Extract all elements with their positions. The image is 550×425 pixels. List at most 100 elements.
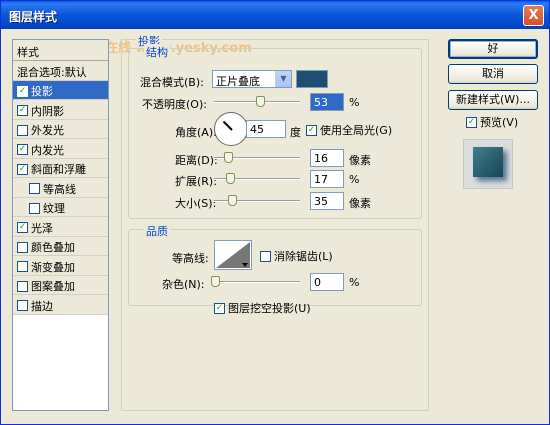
blend-mode-select[interactable]: 正片叠底 ▼	[212, 70, 292, 88]
style-item-11[interactable]: 描边	[13, 295, 108, 315]
close-button[interactable]: X	[523, 5, 544, 26]
opacity-slider-thumb[interactable]	[255, 96, 265, 107]
style-item-label: 内阴影	[31, 104, 64, 118]
dialog-title: 图层样式	[9, 10, 58, 24]
knockout-label: 图层挖空投影(U)	[228, 302, 311, 315]
blend-mode-value: 正片叠底	[216, 75, 260, 88]
style-item-label: 颜色叠加	[31, 241, 75, 255]
chevron-down-icon: ▼	[275, 71, 291, 87]
spread-label: 扩展(R):	[175, 175, 217, 188]
style-item-label: 光泽	[31, 221, 53, 235]
style-item-check-icon[interactable]: ✓	[17, 163, 28, 175]
knockout-check-icon: ✓	[214, 302, 225, 314]
layer-style-dialog: 图层样式 X 天极设计在线 www.yesky.com 样式 混合选项:默认 ✓…	[0, 0, 550, 425]
opacity-label: 不透明度(O):	[142, 98, 207, 111]
noise-input[interactable]: 0	[310, 273, 344, 291]
style-item-label: 外发光	[31, 124, 64, 138]
style-item-check-icon[interactable]	[17, 261, 28, 273]
style-item-7[interactable]: ✓ 光泽	[13, 217, 108, 237]
style-item-check-icon[interactable]	[29, 183, 40, 195]
spread-slider-thumb[interactable]	[226, 173, 235, 184]
style-item-10[interactable]: 图案叠加	[13, 275, 108, 295]
style-item-2[interactable]: 外发光	[13, 119, 108, 139]
size-label: 大小(S):	[175, 197, 217, 210]
style-item-label: 纹理	[43, 202, 65, 216]
drop-shadow-panel: 投影 结构 混合模式(B): 正片叠底 ▼ 不透明度(O): 53 % 角度(A…	[121, 33, 429, 411]
cancel-button[interactable]: 取消	[448, 64, 538, 84]
size-unit: 像素	[349, 197, 371, 210]
quality-group-title: 品质	[144, 223, 170, 239]
size-slider-thumb[interactable]	[228, 195, 237, 206]
style-item-label: 渐变叠加	[31, 260, 75, 274]
style-item-6[interactable]: 纹理	[13, 197, 108, 217]
style-item-4[interactable]: ✓ 斜面和浮雕	[13, 158, 108, 178]
style-item-check-icon[interactable]: ✓	[17, 105, 28, 117]
size-slider[interactable]	[214, 195, 300, 206]
style-item-label: 描边	[31, 299, 53, 313]
title-bar[interactable]: 图层样式 X	[1, 1, 549, 29]
distance-slider-thumb[interactable]	[224, 152, 233, 163]
antialias-label: 消除锯齿(L)	[274, 250, 333, 263]
preview-check-icon: ✓	[466, 116, 477, 128]
styles-list-header[interactable]: 样式	[13, 40, 108, 61]
style-item-check-icon[interactable]: ✓	[17, 222, 28, 234]
preview-thumbnail	[473, 147, 503, 177]
angle-input[interactable]: 45	[246, 120, 286, 138]
noise-label: 杂色(N):	[162, 278, 205, 291]
distance-unit: 像素	[349, 154, 371, 167]
noise-unit: %	[349, 276, 360, 289]
antialias-checkbox[interactable]: 消除锯齿(L)	[260, 248, 333, 264]
style-item-check-icon[interactable]	[29, 202, 40, 214]
style-item-3[interactable]: ✓ 内发光	[13, 139, 108, 159]
style-item-check-icon[interactable]: ✓	[17, 85, 28, 97]
opacity-slider[interactable]	[214, 96, 300, 107]
spread-slider[interactable]	[214, 173, 300, 184]
global-light-check-icon: ✓	[306, 124, 317, 136]
noise-slider-thumb[interactable]	[211, 276, 220, 287]
style-item-check-icon[interactable]	[17, 280, 28, 292]
style-item-label: 等高线	[43, 182, 76, 196]
opacity-input[interactable]: 53	[310, 93, 344, 111]
style-item-label: 图案叠加	[31, 280, 75, 294]
angle-dial[interactable]	[214, 112, 248, 146]
knockout-checkbox[interactable]: ✓ 图层挖空投影(U)	[214, 300, 311, 316]
global-light-label: 使用全局光(G)	[320, 124, 393, 137]
spread-unit: %	[349, 173, 360, 186]
noise-slider[interactable]	[211, 276, 300, 287]
distance-input[interactable]: 16	[310, 149, 344, 167]
style-item-check-icon[interactable]: ✓	[17, 144, 28, 156]
blending-options-item[interactable]: 混合选项:默认	[13, 61, 108, 81]
angle-label: 角度(A):	[175, 126, 217, 139]
ok-button[interactable]: 好	[448, 39, 538, 59]
style-item-label: 斜面和浮雕	[31, 163, 86, 177]
style-item-8[interactable]: 颜色叠加	[13, 236, 108, 256]
quality-group	[128, 229, 422, 306]
contour-curve-icon	[216, 242, 250, 268]
spread-input[interactable]: 17	[310, 170, 344, 188]
distance-label: 距离(D):	[175, 154, 218, 167]
styles-list: 样式 混合选项:默认 ✓ 投影 ✓ 内阴影 外发光 ✓ 内发光 ✓ 斜面和浮雕 等高线 纹理 ✓ 光泽颜…	[12, 39, 109, 411]
preview-label: 预览(V)	[480, 116, 519, 129]
distance-slider[interactable]	[214, 152, 300, 163]
style-item-check-icon[interactable]	[17, 241, 28, 253]
contour-picker[interactable]	[214, 240, 252, 270]
style-item-check-icon[interactable]	[17, 300, 28, 312]
antialias-check-icon	[260, 250, 271, 262]
style-item-label: 投影	[31, 85, 53, 99]
style-preview	[463, 139, 513, 189]
angle-dial-hand	[222, 120, 233, 131]
style-item-0[interactable]: ✓ 投影	[13, 80, 108, 100]
size-input[interactable]: 35	[310, 192, 344, 210]
structure-group-title: 结构	[144, 44, 170, 60]
preview-checkbox[interactable]: ✓ 预览(V)	[466, 114, 518, 130]
style-item-check-icon[interactable]	[17, 124, 28, 136]
style-item-9[interactable]: 渐变叠加	[13, 256, 108, 276]
style-item-5[interactable]: 等高线	[13, 178, 108, 198]
angle-unit: 度	[290, 126, 301, 139]
contour-label: 等高线:	[172, 252, 209, 265]
style-item-1[interactable]: ✓ 内阴影	[13, 100, 108, 120]
new-style-button[interactable]: 新建样式(W)...	[448, 90, 538, 110]
blend-mode-label: 混合模式(B):	[140, 76, 204, 89]
global-light-checkbox[interactable]: ✓ 使用全局光(G)	[306, 122, 392, 138]
shadow-color-swatch[interactable]	[296, 70, 328, 88]
